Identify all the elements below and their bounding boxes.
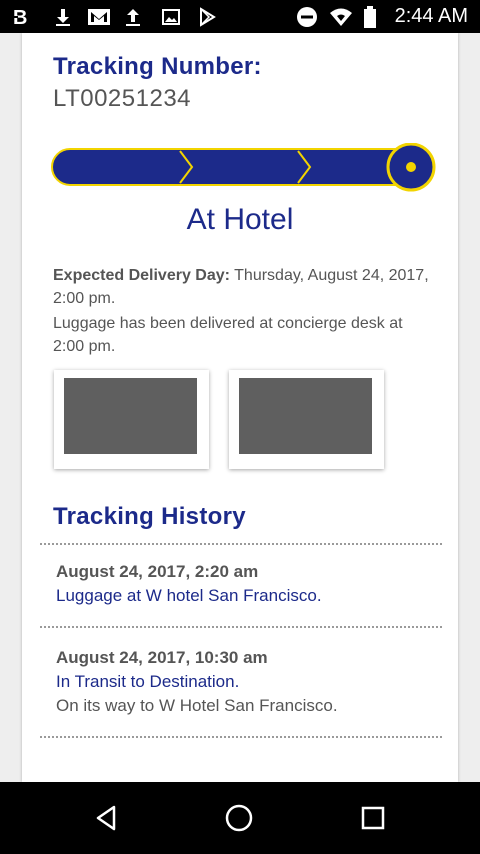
delivery-photo-thumbnail[interactable]: [229, 370, 384, 469]
tracking-number-label: Tracking Number:: [53, 53, 262, 80]
history-entry-status: Luggage at W hotel San Francisco.: [56, 586, 322, 605]
download-icon: [52, 6, 74, 28]
navigation-bar: [0, 782, 480, 854]
history-entry-note: On its way to W Hotel San Francisco.: [56, 696, 338, 715]
history-entry-status: In Transit to Destination.: [56, 672, 240, 691]
progress-current-dot: [406, 162, 416, 172]
tracking-card: Tracking Number: LT00251234 At Hotel Exp…: [22, 33, 458, 782]
status-time: 2:44 AM: [394, 5, 468, 27]
delivery-note: Luggage has been delivered at concierge …: [53, 315, 403, 355]
back-icon[interactable]: [67, 782, 147, 854]
expected-delivery-label: Expected Delivery Day:: [53, 267, 230, 284]
status-bar: B 2:44 AM: [0, 0, 480, 33]
play-store-icon: [196, 6, 218, 28]
wifi-icon: [328, 6, 354, 28]
history-entry-date: August 24, 2017, 2:20 am: [56, 562, 259, 581]
history-entry: August 24, 2017, 2:20 am Luggage at W ho…: [56, 560, 436, 608]
history-entry-date: August 24, 2017, 10:30 am: [56, 648, 268, 667]
image-icon: [160, 6, 182, 28]
current-status-title: At Hotel: [186, 203, 294, 236]
tracking-number-value: LT00251234: [53, 85, 192, 112]
b-app-icon: B: [12, 6, 40, 28]
do-not-disturb-icon: [294, 6, 320, 28]
battery-icon: [362, 6, 378, 28]
photo-placeholder: [239, 378, 372, 454]
progress-bar: [50, 142, 440, 198]
recents-icon[interactable]: [333, 782, 413, 854]
history-entry: August 24, 2017, 10:30 am In Transit to …: [56, 646, 436, 718]
tracking-history-title: Tracking History: [53, 503, 246, 530]
divider: [40, 543, 442, 545]
expected-delivery: Expected Delivery Day: Thursday, August …: [53, 264, 433, 310]
progress-track: [51, 148, 425, 186]
divider: [40, 736, 442, 738]
home-icon[interactable]: [199, 782, 279, 854]
gmail-icon: [86, 6, 112, 28]
delivery-photo-thumbnail[interactable]: [54, 370, 209, 469]
divider: [40, 626, 442, 628]
upload-icon: [122, 6, 144, 28]
photo-placeholder: [64, 378, 197, 454]
